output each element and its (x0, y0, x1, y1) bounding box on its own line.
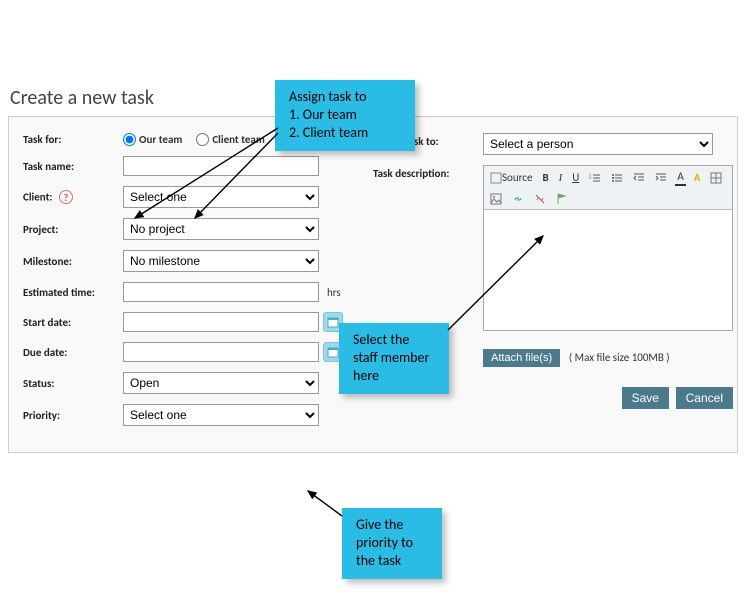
form-panel: Task for: Our team Client team Task name… (8, 116, 738, 453)
client-select[interactable]: Select one (123, 186, 319, 208)
label-due-date: Due date: (23, 346, 123, 359)
callout-assign-title: Assign task to (289, 88, 401, 106)
editor-textarea[interactable] (484, 210, 732, 330)
label-task-for: Task for: (23, 133, 123, 146)
project-select[interactable]: No project (123, 218, 319, 240)
toolbar-indent-icon[interactable] (653, 169, 669, 186)
toolbar-font-color-button[interactable]: A (675, 169, 685, 186)
status-select[interactable]: Open (123, 372, 319, 394)
label-estimated-time: Estimated time: (23, 286, 123, 299)
cancel-button[interactable]: Cancel (676, 387, 733, 409)
toolbar-italic-button[interactable]: I (557, 169, 565, 186)
label-project: Project: (23, 223, 123, 236)
toolbar-link-icon[interactable] (510, 192, 526, 206)
rich-text-editor: Source B I U 12 (483, 165, 733, 331)
toolbar-unlink-icon[interactable] (532, 192, 548, 206)
callout-assign-line1: 1. Our team (289, 106, 401, 124)
toolbar-highlight-button[interactable]: A (692, 169, 703, 186)
radio-client-team[interactable] (196, 133, 209, 146)
toolbar-flag-icon[interactable] (554, 192, 570, 206)
toolbar-outdent-icon[interactable] (631, 169, 647, 186)
label-task-name: Task name: (23, 160, 123, 173)
radio-our-team[interactable] (123, 133, 136, 146)
callout-assign-line2: 2. Client team (289, 124, 401, 142)
label-start-date: Start date: (23, 316, 123, 329)
label-client: Client: ? (23, 190, 123, 204)
estimated-time-input[interactable] (123, 282, 319, 302)
attach-file-button[interactable]: Attach file(s) (483, 349, 560, 367)
callout-priority: Give the priority to the task (342, 508, 442, 579)
save-button[interactable]: Save (622, 387, 669, 409)
start-date-input[interactable] (123, 312, 319, 332)
task-name-input[interactable] (123, 156, 319, 176)
toolbar-source-button[interactable]: Source (488, 169, 534, 186)
priority-select[interactable]: Select one (123, 404, 319, 426)
toolbar-bold-button[interactable]: B (540, 169, 550, 186)
milestone-select[interactable]: No milestone (123, 250, 319, 272)
toolbar-underline-button[interactable]: U (570, 169, 581, 186)
callout-select-staff: Select the staff member here (339, 323, 449, 394)
radio-our-team-label[interactable]: Our team (123, 133, 182, 146)
callout-assign: Assign task to 1. Our team 2. Client tea… (275, 80, 415, 151)
toolbar-table-icon[interactable] (708, 169, 724, 186)
svg-text:2: 2 (589, 176, 591, 181)
assign-to-select[interactable]: Select a person (483, 133, 713, 155)
toolbar-numbered-list-icon[interactable]: 12 (587, 169, 603, 186)
label-task-description: Task description: (373, 165, 483, 331)
max-file-size-label: ( Max file size 100MB ) (569, 351, 670, 364)
label-milestone: Milestone: (23, 255, 123, 268)
help-icon[interactable]: ? (59, 190, 73, 204)
label-status: Status: (23, 377, 123, 390)
toolbar-image-icon[interactable] (488, 192, 504, 206)
due-date-input[interactable] (123, 342, 319, 362)
hrs-label: hrs (327, 286, 341, 299)
form-left-column: Task for: Our team Client team Task name… (23, 133, 343, 436)
toolbar-bullet-list-icon[interactable] (609, 169, 625, 186)
radio-client-team-label[interactable]: Client team (196, 133, 264, 146)
label-priority: Priority: (23, 409, 123, 422)
editor-toolbar: Source B I U 12 (484, 166, 732, 210)
